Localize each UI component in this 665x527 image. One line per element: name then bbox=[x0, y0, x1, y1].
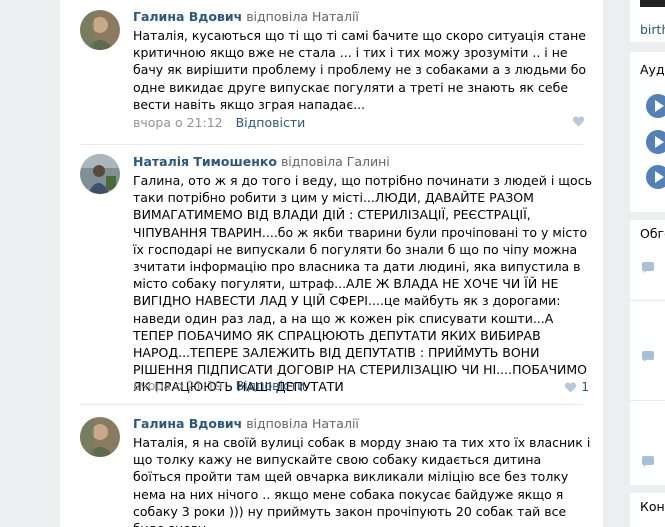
comment-item: Галина Вдович відповіла Наталії Наталія,… bbox=[60, 405, 603, 527]
sidebar-discussions-block: Обго bbox=[630, 220, 665, 485]
comment-bubble-icon bbox=[642, 456, 654, 467]
avatar[interactable] bbox=[80, 154, 120, 194]
play-icon[interactable] bbox=[646, 165, 665, 189]
contacts-heading: Конт bbox=[640, 499, 665, 514]
divider bbox=[630, 300, 665, 301]
like-button[interactable] bbox=[572, 116, 589, 127]
sidebar-header-bar bbox=[630, 0, 665, 14]
sidebar-audio-block: Ауді bbox=[630, 52, 665, 212]
audio-heading: Ауді bbox=[640, 62, 665, 77]
comment-author-link[interactable]: Галина Вдович bbox=[133, 416, 242, 431]
comment-meta: вчора о 21:12 Відповісти bbox=[133, 115, 305, 131]
play-icon[interactable] bbox=[646, 130, 665, 154]
comments-feed: Галина Вдович відповіла Наталії Наталія,… bbox=[60, 0, 603, 527]
right-sidebar: birth Ауді Обго Конт bbox=[630, 0, 665, 527]
divider bbox=[630, 400, 665, 401]
like-button[interactable]: 1 bbox=[564, 379, 589, 395]
comment-header: Галина Вдович відповіла Наталії bbox=[133, 9, 359, 25]
comment-header: Галина Вдович відповіла Наталії bbox=[133, 416, 359, 432]
comment-item: Галина Вдович відповіла Наталії Наталія,… bbox=[60, 0, 603, 145]
avatar-photo bbox=[80, 10, 120, 50]
comment-text: Галина, ото ж я до того і веду, що потрі… bbox=[133, 173, 592, 395]
avatar-photo bbox=[80, 154, 120, 194]
play-icon[interactable] bbox=[646, 94, 665, 118]
avatar-photo bbox=[80, 417, 120, 457]
sidebar-profile-block: birth bbox=[630, 0, 665, 42]
comment-text: Наталія, кусаються що ті що ті самі бачи… bbox=[133, 28, 587, 112]
heart-icon bbox=[572, 116, 585, 127]
comment-author-link[interactable]: Галина Вдович bbox=[133, 9, 242, 24]
comment-time[interactable]: вчора о 21:12 bbox=[133, 115, 223, 130]
sidebar-birth-link[interactable]: birth bbox=[640, 22, 665, 37]
heart-icon bbox=[565, 382, 577, 392]
sidebar-contacts-block: Конт bbox=[630, 493, 665, 527]
avatar[interactable] bbox=[80, 10, 120, 50]
avatar[interactable] bbox=[80, 417, 120, 457]
comment-text: Наталія, я на своїй вулиці собак в морду… bbox=[133, 435, 591, 527]
comment-author-link[interactable]: Наталія Тимошенко bbox=[133, 154, 277, 169]
comment-header: Наталія Тимошенко відповіла Галині bbox=[133, 154, 390, 170]
discussions-heading: Обго bbox=[640, 226, 665, 241]
reply-to-text: відповіла Галині bbox=[280, 154, 390, 169]
reply-to-text: відповіла Наталії bbox=[246, 416, 359, 431]
reply-to-text: відповіла Наталії bbox=[246, 9, 359, 24]
comment-bubble-icon bbox=[642, 262, 654, 273]
reply-button[interactable]: Відповісти bbox=[236, 378, 306, 393]
comment-item: Наталія Тимошенко відповіла Галині Галин… bbox=[60, 145, 603, 405]
reply-button[interactable]: Відповісти bbox=[236, 115, 306, 130]
like-count: 1 bbox=[581, 380, 589, 394]
comment-meta: вчора о 21:19 Відповісти bbox=[133, 378, 305, 394]
comment-bubble-icon bbox=[642, 351, 654, 362]
comment-time[interactable]: вчора о 21:19 bbox=[133, 378, 223, 393]
